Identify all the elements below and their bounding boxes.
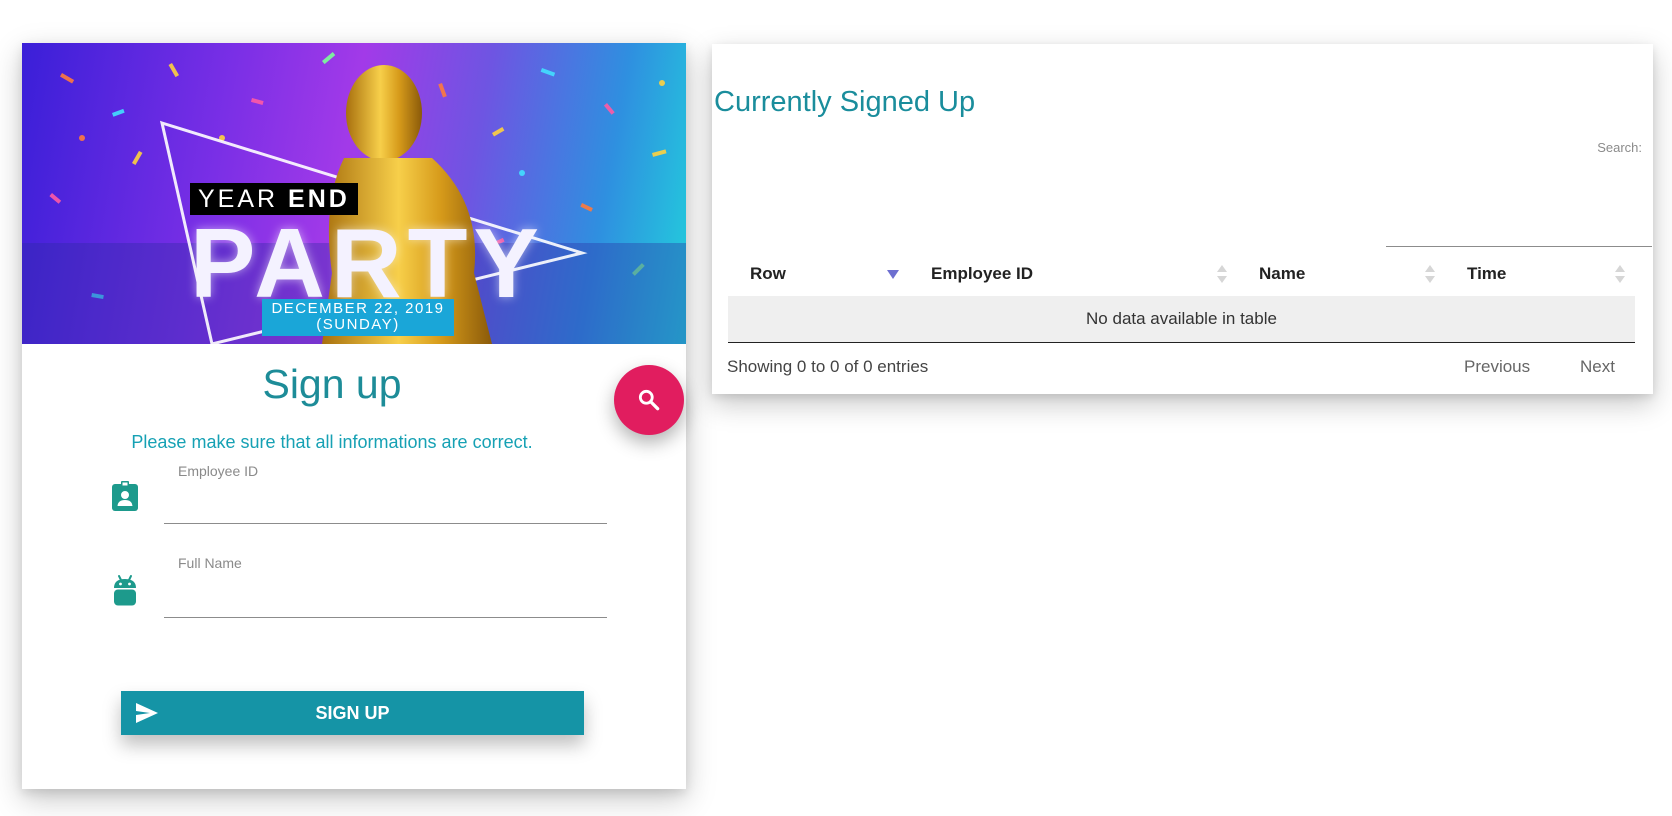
column-header-employee-id[interactable]: Employee ID (909, 252, 1237, 298)
party-banner: YEAR END PARTY DECEMBER 22, 2019 (SUNDAY… (22, 43, 686, 344)
table-empty-row: No data available in table (728, 296, 1635, 343)
signup-hint: Please make sure that all informations a… (131, 432, 533, 452)
column-header-time-label: Time (1467, 264, 1507, 283)
event-date-line: DECEMBER 22, 2019 (271, 300, 445, 317)
column-header-employee-id-label: Employee ID (931, 264, 1034, 283)
sign-up-button[interactable]: SIGN UP (121, 691, 584, 735)
sort-descending-icon (887, 270, 899, 279)
send-icon (136, 703, 158, 723)
sort-both-icon (1615, 265, 1625, 283)
next-page-button[interactable]: Next (1580, 357, 1615, 377)
column-header-name-label: Name (1259, 264, 1306, 283)
sort-both-icon (1425, 265, 1435, 283)
signed-up-card: Currently Signed Up Search: Row Employee… (712, 44, 1653, 394)
full-name-input[interactable] (164, 587, 607, 618)
signup-card: YEAR END PARTY DECEMBER 22, 2019 (SUNDAY… (22, 43, 686, 789)
full-name-label: Full Name (178, 555, 242, 571)
column-header-time[interactable]: Time (1445, 252, 1635, 298)
android-icon (114, 575, 136, 606)
event-day-line: (SUNDAY) (316, 316, 400, 333)
sort-both-icon (1217, 265, 1227, 283)
section-title: Currently Signed Up (714, 86, 976, 118)
id-badge-icon (112, 481, 138, 511)
column-header-name[interactable]: Name (1237, 252, 1445, 298)
employee-id-input[interactable] (164, 493, 607, 524)
table-info: Showing 0 to 0 of 0 entries (727, 357, 929, 376)
previous-page-button[interactable]: Previous (1464, 357, 1530, 377)
sign-up-button-label: SIGN UP (315, 702, 390, 723)
column-header-row-label: Row (750, 264, 786, 283)
event-date: DECEMBER 22, 2019 (SUNDAY) (262, 299, 454, 336)
signup-title: Sign up (262, 361, 402, 407)
table-search-input[interactable] (1386, 214, 1652, 247)
column-header-row[interactable]: Row (728, 252, 909, 298)
employee-id-label: Employee ID (178, 463, 259, 479)
search-label: Search: (1597, 140, 1642, 155)
